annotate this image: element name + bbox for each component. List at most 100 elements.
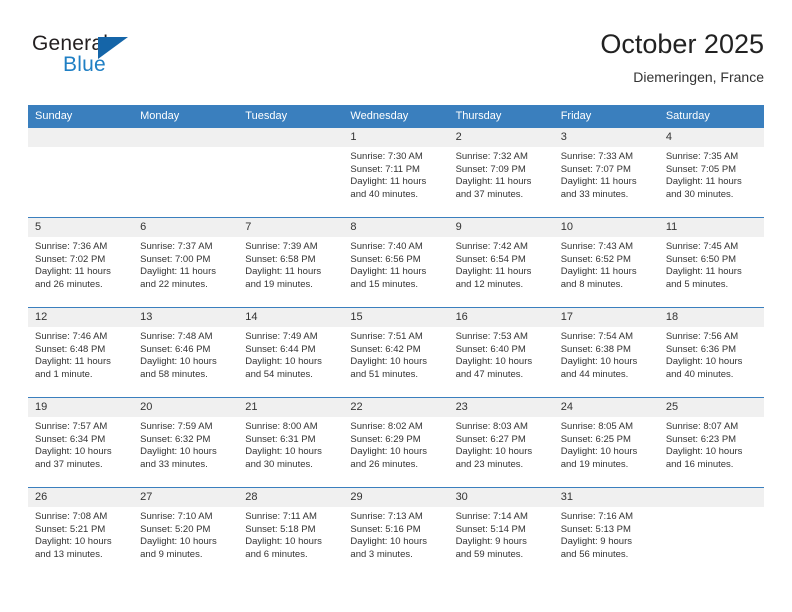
general-blue-logo[interactable]: General Blue [32,32,152,88]
day-detail-daylight-1: Daylight: 10 hours [455,356,533,368]
calendar-day-cell[interactable]: 8 Sunrise: 7:40 AM Sunset: 6:56 PM Daylight… [343,217,449,308]
day-detail-daylight-1: Daylight: 10 hours [560,446,638,458]
day-detail-sunset: Sunset: 5:18 PM [245,523,316,535]
calendar-day-cell[interactable]: 13 Sunrise: 7:48 AM Sunset: 6:46 PM Dayligh… [133,307,239,398]
day-detail-daylight-2: and 26 minutes. [35,278,103,290]
day-details: Sunrise: 7:33 AM Sunset: 7:07 PM Daylight:… [554,147,659,201]
calendar-day-cell[interactable]: 17 Sunrise: 7:54 AM Sunset: 6:38 PM Dayligh… [553,307,659,398]
calendar-day-cell[interactable]: 25 Sunrise: 8:07 AM Sunset: 6:23 PM Dayligh… [658,397,764,488]
day-details: Sunrise: 8:00 AM Sunset: 6:31 PM Daylight:… [238,417,343,471]
day-detail-daylight-1: Daylight: 11 hours [35,356,111,368]
day-number: 31 [553,488,659,507]
calendar-day-cell[interactable]: 14 Sunrise: 7:49 AM Sunset: 6:44 PM Dayligh… [238,307,344,398]
weekday-header-saturday: Saturday [658,105,764,128]
day-number: 29 [343,488,449,507]
day-detail-sunset: Sunset: 7:09 PM [455,163,526,175]
day-details: Sunrise: 8:02 AM Sunset: 6:29 PM Daylight:… [343,417,448,471]
calendar-day-cell[interactable]: 9 Sunrise: 7:42 AM Sunset: 6:54 PM Daylight… [448,217,554,308]
day-detail-sunrise: Sunrise: 8:05 AM [560,421,634,432]
weekday-header-friday: Friday [553,105,659,128]
calendar-day-cell[interactable]: 11 Sunrise: 7:45 AM Sunset: 6:50 PM Dayligh… [658,217,764,308]
day-number: 17 [553,308,659,327]
day-details: Sunrise: 7:39 AM Sunset: 6:58 PM Daylight:… [238,237,343,291]
day-detail-sunset: Sunset: 7:05 PM [665,163,737,175]
day-detail-sunset: Sunset: 6:34 PM [35,433,106,445]
page-header: General Blue October 2025 Diemeringen, F… [28,28,764,100]
day-detail-daylight-2: and 16 minutes. [665,458,734,470]
day-number: 22 [343,398,449,417]
day-details: Sunrise: 8:05 AM Sunset: 6:25 PM Daylight:… [554,417,659,471]
weekday-header-wednesday: Wednesday [343,105,449,128]
day-details: Sunrise: 7:08 AM Sunset: 5:21 PM Daylight:… [28,507,133,561]
calendar-day-cell[interactable]: 6 Sunrise: 7:37 AM Sunset: 7:00 PM Daylight… [133,217,239,308]
weekday-header-tuesday: Tuesday [238,105,344,128]
day-detail-sunrise: Sunrise: 7:56 AM [665,331,739,342]
calendar-day-cell[interactable]: 21 Sunrise: 8:00 AM Sunset: 6:31 PM Dayligh… [238,397,344,488]
calendar-day-cell[interactable]: 30 Sunrise: 7:14 AM Sunset: 5:14 PM Dayligh… [448,487,554,577]
calendar-day-cell[interactable]: 4 Sunrise: 7:35 AM Sunset: 7:05 PM Daylight… [658,127,764,218]
calendar-day-cell[interactable]: 16 Sunrise: 7:53 AM Sunset: 6:40 PM Dayligh… [448,307,554,398]
day-details: Sunrise: 7:16 AM Sunset: 5:13 PM Daylight:… [554,507,659,561]
day-detail-sunset: Sunset: 6:42 PM [350,343,421,355]
calendar-day-cell[interactable]: 12 Sunrise: 7:46 AM Sunset: 6:48 PM Dayligh… [28,307,134,398]
calendar-day-cell[interactable]: 1 Sunrise: 7:30 AM Sunset: 7:11 PM Daylight… [343,127,449,218]
calendar-day-cell[interactable]: 28 Sunrise: 7:11 AM Sunset: 5:18 PM Dayligh… [238,487,344,577]
calendar-day-cell[interactable]: 24 Sunrise: 8:05 AM Sunset: 6:25 PM Dayligh… [553,397,659,488]
day-detail-sunset: Sunset: 6:36 PM [665,343,737,355]
day-detail-sunset: Sunset: 7:00 PM [140,253,211,265]
calendar-day-cell[interactable]: 20 Sunrise: 7:59 AM Sunset: 6:32 PM Dayligh… [133,397,239,488]
day-detail-daylight-1: Daylight: 11 hours [350,266,427,278]
calendar-day-cell[interactable]: 26 Sunrise: 7:08 AM Sunset: 5:21 PM Dayligh… [28,487,134,577]
day-details: Sunrise: 7:57 AM Sunset: 6:34 PM Daylight:… [28,417,133,471]
calendar-day-cell[interactable]: 7 Sunrise: 7:39 AM Sunset: 6:58 PM Daylight… [238,217,344,308]
calendar-day-cell[interactable]: 22 Sunrise: 8:02 AM Sunset: 6:29 PM Dayligh… [343,397,449,488]
day-detail-sunrise: Sunrise: 7:32 AM [455,151,528,162]
day-detail-sunset: Sunset: 6:23 PM [665,433,737,445]
day-detail-daylight-1: Daylight: 10 hours [35,446,112,458]
calendar-day-cell[interactable]: 3 Sunrise: 7:33 AM Sunset: 7:07 PM Daylight… [553,127,659,218]
day-details: Sunrise: 7:43 AM Sunset: 6:52 PM Daylight:… [554,237,659,291]
day-detail-sunrise: Sunrise: 8:03 AM [455,421,528,432]
calendar-day-cell[interactable]: 29 Sunrise: 7:13 AM Sunset: 5:16 PM Dayligh… [343,487,449,577]
day-number: 19 [28,398,134,417]
day-detail-daylight-2: and 30 minutes. [665,188,734,200]
day-detail-sunrise: Sunrise: 7:16 AM [560,511,634,522]
calendar-day-cell[interactable]: 31 Sunrise: 7:16 AM Sunset: 5:13 PM Dayligh… [553,487,659,577]
day-details: Sunrise: 7:51 AM Sunset: 6:42 PM Daylight:… [343,327,448,381]
calendar-day-cell[interactable]: 23 Sunrise: 8:03 AM Sunset: 6:27 PM Dayligh… [448,397,554,488]
calendar-day-cell[interactable]: 19 Sunrise: 7:57 AM Sunset: 6:34 PM Dayligh… [28,397,134,488]
calendar-day-cell[interactable]: 15 Sunrise: 7:51 AM Sunset: 6:42 PM Dayligh… [343,307,449,398]
day-detail-daylight-2: and 13 minutes. [35,548,103,560]
day-detail-sunset: Sunset: 6:29 PM [350,433,421,445]
day-detail-daylight-2: and 33 minutes. [560,188,629,200]
calendar-day-cell[interactable]: 18 Sunrise: 7:56 AM Sunset: 6:36 PM Dayligh… [658,307,764,398]
day-detail-sunrise: Sunrise: 7:48 AM [140,331,213,342]
day-details: Sunrise: 7:46 AM Sunset: 6:48 PM Daylight:… [28,327,133,381]
day-detail-sunrise: Sunrise: 7:45 AM [665,241,739,252]
calendar-day-cell[interactable]: 27 Sunrise: 7:10 AM Sunset: 5:20 PM Dayligh… [133,487,239,577]
day-detail-daylight-1: Daylight: 10 hours [665,356,743,368]
day-detail-daylight-1: Daylight: 11 hours [665,176,742,188]
day-detail-daylight-2: and 5 minutes. [665,278,729,290]
day-detail-sunset: Sunset: 6:32 PM [140,433,211,445]
day-detail-sunrise: Sunrise: 7:14 AM [455,511,528,522]
day-detail-sunrise: Sunrise: 8:02 AM [350,421,423,432]
day-detail-daylight-1: Daylight: 10 hours [245,356,322,368]
day-detail-sunrise: Sunrise: 7:10 AM [140,511,213,522]
day-detail-sunrise: Sunrise: 7:42 AM [455,241,528,252]
day-details: Sunrise: 7:11 AM Sunset: 5:18 PM Daylight:… [238,507,343,561]
day-detail-sunrise: Sunrise: 7:54 AM [560,331,634,342]
day-detail-sunset: Sunset: 6:52 PM [560,253,631,265]
day-detail-daylight-2: and 3 minutes. [350,548,413,560]
day-detail-daylight-1: Daylight: 11 hours [245,266,322,278]
day-detail-daylight-2: and 23 minutes. [455,458,524,470]
calendar-day-cell[interactable]: 10 Sunrise: 7:43 AM Sunset: 6:52 PM Dayligh… [553,217,659,308]
day-detail-sunset: Sunset: 6:38 PM [560,343,631,355]
calendar-day-cell[interactable]: 2 Sunrise: 7:32 AM Sunset: 7:09 PM Daylight… [448,127,554,218]
calendar-day-cell[interactable]: 5 Sunrise: 7:36 AM Sunset: 7:02 PM Daylight… [28,217,134,308]
day-details: Sunrise: 7:42 AM Sunset: 6:54 PM Daylight:… [449,237,554,291]
day-number: 23 [448,398,554,417]
day-detail-daylight-2: and 40 minutes. [350,188,419,200]
day-detail-daylight-1: Daylight: 11 hours [140,266,217,278]
day-number: 30 [448,488,554,507]
